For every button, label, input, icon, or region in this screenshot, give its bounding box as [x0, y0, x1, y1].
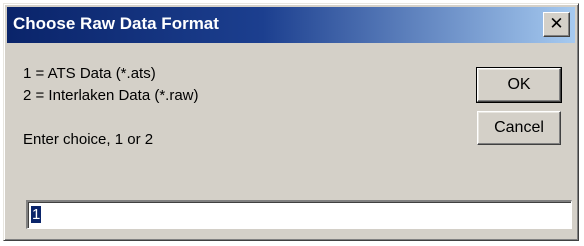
close-button[interactable]: ✕	[543, 12, 570, 37]
dialog-window: Choose Raw Data Format ✕ 1 = ATS Data (*…	[3, 3, 579, 241]
option-line-1: 1 = ATS Data (*.ats)	[23, 65, 156, 82]
cancel-button[interactable]: Cancel	[477, 111, 561, 145]
choice-input[interactable]: 1	[26, 200, 572, 229]
choice-input-value: 1	[31, 206, 42, 223]
option-line-2: 2 = Interlaken Data (*.raw)	[23, 87, 199, 104]
close-icon: ✕	[549, 14, 564, 34]
ok-button[interactable]: OK	[476, 67, 562, 103]
dialog-title: Choose Raw Data Format	[13, 14, 219, 33]
prompt-text: Enter choice, 1 or 2	[23, 131, 154, 148]
title-bar[interactable]: Choose Raw Data Format ✕	[7, 7, 575, 43]
